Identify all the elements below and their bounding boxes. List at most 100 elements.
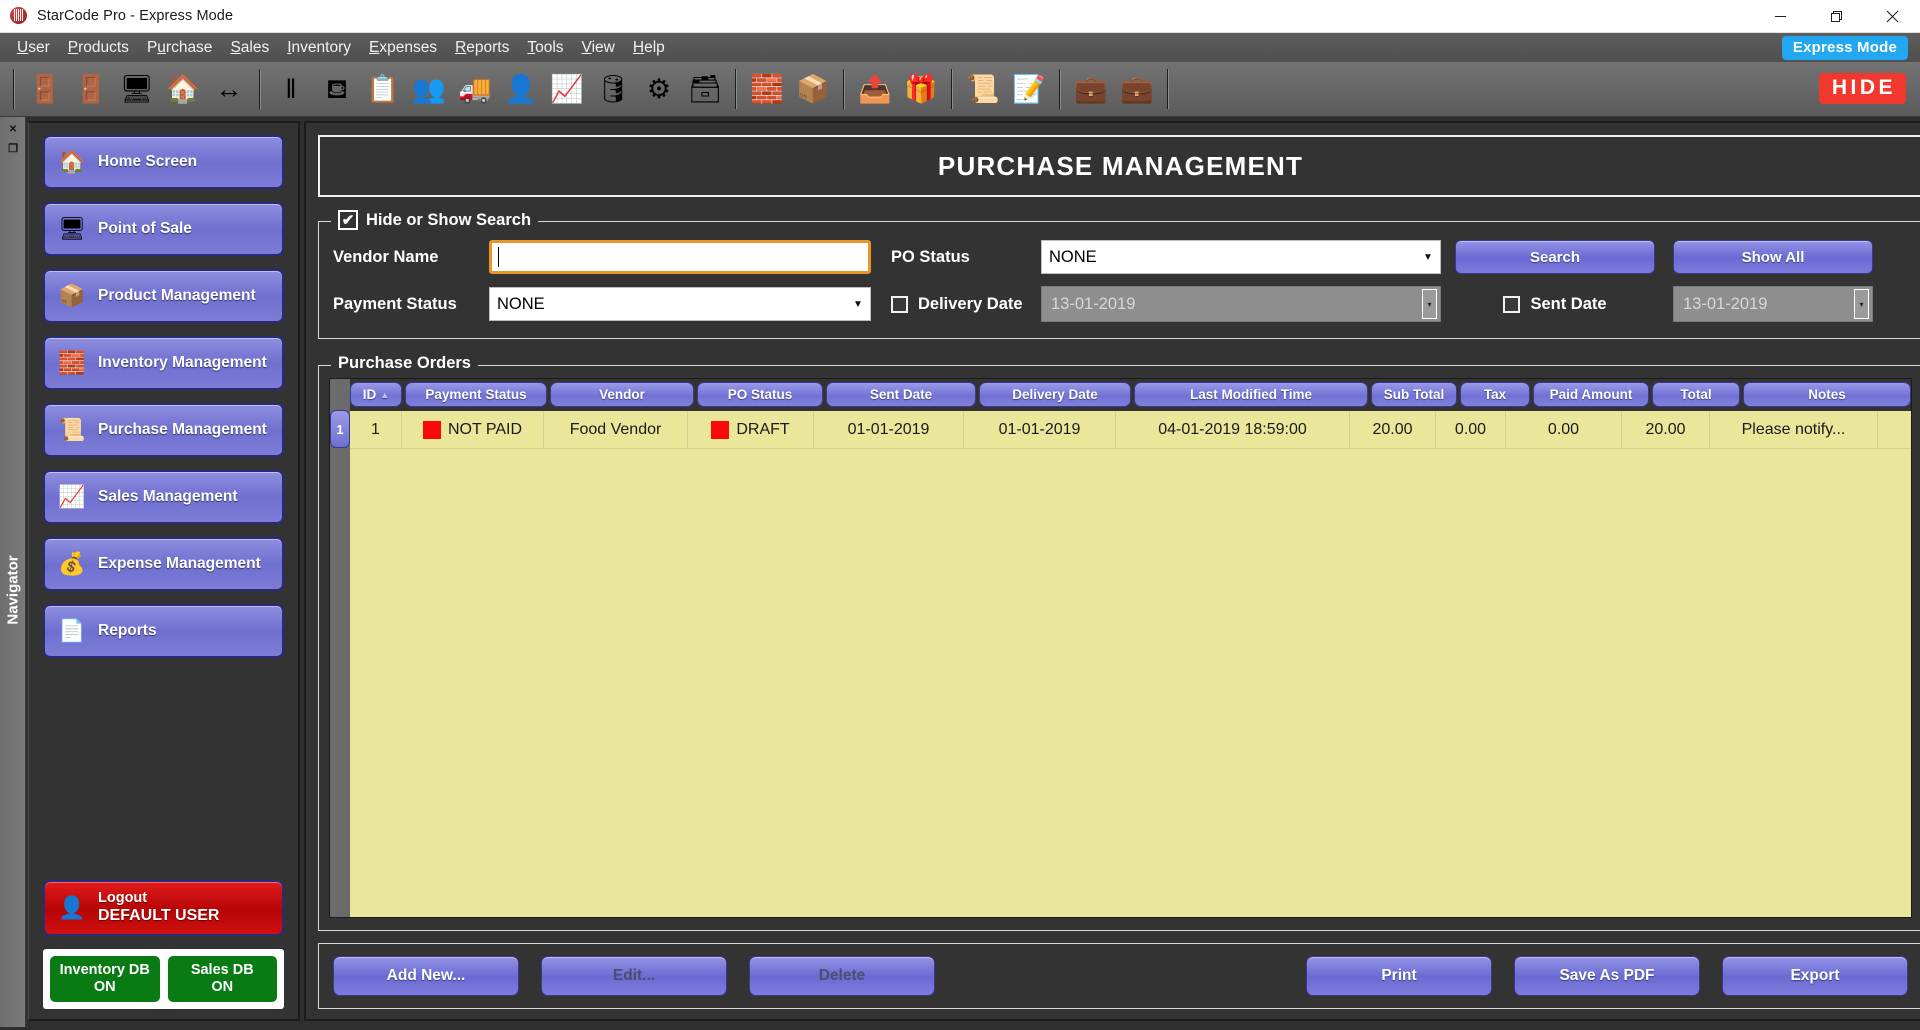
- add-new-button[interactable]: Add New...: [333, 956, 519, 996]
- payment-status-value: NONE: [497, 294, 545, 313]
- expense-wallet-icon[interactable]: 💼: [1068, 66, 1114, 112]
- menu-view[interactable]: View: [573, 36, 624, 60]
- column-header-total[interactable]: Total: [1652, 382, 1740, 407]
- sent-date-checkbox[interactable]: [1503, 295, 1521, 313]
- minimize-button[interactable]: [1752, 0, 1808, 33]
- inventory-drum-icon[interactable]: 🛢: [590, 66, 636, 112]
- menu-products[interactable]: Products: [59, 36, 138, 60]
- menu-help[interactable]: Help: [624, 36, 674, 60]
- column-header-vendor[interactable]: Vendor: [550, 382, 694, 407]
- column-header-id[interactable]: ID ▲: [350, 382, 402, 407]
- wallet-icon: 💰: [58, 551, 86, 576]
- delivery-date-checkbox[interactable]: [891, 295, 908, 313]
- payment-status-select[interactable]: NONE ▼: [489, 287, 871, 321]
- show-all-button[interactable]: Show All: [1673, 240, 1873, 274]
- column-header-payment-status[interactable]: Payment Status: [405, 382, 547, 407]
- logout-button[interactable]: 👤 Logout DEFAULT USER: [43, 880, 284, 936]
- sales-db-status[interactable]: Sales DB ON: [167, 956, 277, 1002]
- column-header-sent-date[interactable]: Sent Date: [826, 382, 976, 407]
- column-header-last-modified-time[interactable]: Last Modified Time: [1134, 382, 1368, 407]
- cell-po-status: DRAFT: [688, 411, 814, 448]
- maximize-button[interactable]: [1808, 0, 1864, 33]
- column-header-notes[interactable]: Notes: [1743, 382, 1911, 407]
- menu-user[interactable]: User: [8, 36, 59, 60]
- sidebar-item-purchase-management[interactable]: 📜 Purchase Management: [43, 403, 284, 457]
- hide-show-search-checkbox[interactable]: ✔: [338, 210, 358, 230]
- export-button[interactable]: Export: [1722, 956, 1908, 996]
- po-status-select[interactable]: NONE ▼: [1041, 240, 1441, 274]
- date-spinner-icon[interactable]: ▾: [1422, 289, 1437, 319]
- column-header-po-status[interactable]: PO Status: [697, 382, 823, 407]
- print-button[interactable]: Print: [1306, 956, 1492, 996]
- sidebar-item-reports[interactable]: 📄 Reports: [43, 604, 284, 658]
- express-mode-badge[interactable]: Express Mode: [1781, 36, 1908, 60]
- sidebar-item-point-of-sale[interactable]: 🖥 Point of Sale: [43, 202, 284, 256]
- product-card-icon[interactable]: 📋: [360, 66, 406, 112]
- delivery-truck-icon[interactable]: 🚚: [452, 66, 498, 112]
- barcode-icon[interactable]: ‖: [268, 66, 314, 112]
- save-as-pdf-button[interactable]: Save As PDF: [1514, 956, 1700, 996]
- category-tree-icon[interactable]: ⛾: [314, 66, 360, 112]
- dock-close-icon[interactable]: ✕: [6, 122, 20, 136]
- column-header-label: ID: [362, 387, 377, 402]
- home-screen-icon[interactable]: 🏠: [160, 66, 206, 112]
- po-status-value: NONE: [1049, 247, 1097, 266]
- menu-inventory[interactable]: Inventory: [278, 36, 360, 60]
- stock-boxes-icon[interactable]: 📦: [790, 66, 836, 112]
- vendor-person-icon[interactable]: 👤: [498, 66, 544, 112]
- sidebar-item-label: Product Management: [98, 287, 256, 304]
- switch-arrows-icon[interactable]: ↔: [206, 66, 252, 112]
- column-header-delivery-date[interactable]: Delivery Date: [979, 382, 1131, 407]
- inventory-blocks-icon[interactable]: 🧱: [744, 66, 790, 112]
- database-coins-icon[interactable]: 🗃: [682, 66, 728, 112]
- sidebar-item-home-screen[interactable]: 🏠 Home Screen: [43, 135, 284, 189]
- row-header-cell[interactable]: 1: [330, 410, 350, 448]
- sales-chart-icon[interactable]: 📈: [544, 66, 590, 112]
- settings-gear-icon[interactable]: ⚙: [636, 66, 682, 112]
- db-status-bar: Inventory DB ON Sales DB ON: [43, 949, 284, 1009]
- sidebar-item-label: Point of Sale: [98, 220, 192, 237]
- hide-toolbar-button[interactable]: HIDE: [1818, 73, 1906, 104]
- navigator-spacer: [43, 671, 284, 880]
- date-spinner-icon[interactable]: ▾: [1854, 289, 1869, 319]
- delivery-date-input[interactable]: 13-01-2019 ▾: [1041, 286, 1441, 322]
- menu-sales[interactable]: Sales: [221, 36, 278, 60]
- dock-pin-icon[interactable]: ❐: [6, 141, 20, 155]
- cell-last-modified-time: 04-01-2019 18:59:00: [1116, 411, 1350, 448]
- column-header-tax[interactable]: Tax: [1460, 382, 1530, 407]
- gift-box-icon[interactable]: 🎁: [898, 66, 944, 112]
- menu-purchase[interactable]: Purchase: [138, 36, 222, 60]
- open-box-icon[interactable]: 📤: [852, 66, 898, 112]
- customers-icon[interactable]: 👥: [406, 66, 452, 112]
- inventory-db-status[interactable]: Inventory DB ON: [50, 956, 160, 1002]
- login-door-icon[interactable]: 🚪: [68, 66, 114, 112]
- column-header-sub-total[interactable]: Sub Total: [1371, 382, 1457, 407]
- po-edit-icon[interactable]: 📝: [1006, 66, 1052, 112]
- table-row[interactable]: 1 NOT PAID Food Vendor DRAFT 01-01-2019: [350, 411, 1911, 449]
- sidebar-item-inventory-management[interactable]: 🧱 Inventory Management: [43, 336, 284, 390]
- close-button[interactable]: [1864, 0, 1920, 33]
- add-expense-icon[interactable]: 💼: [1114, 66, 1160, 112]
- menu-reports[interactable]: Reports: [446, 36, 518, 60]
- sidebar-item-expense-management[interactable]: 💰 Expense Management: [43, 537, 284, 591]
- menu-tools[interactable]: Tools: [518, 36, 572, 60]
- cell-tax: 0.00: [1436, 411, 1506, 448]
- report-document-icon: 📄: [58, 618, 86, 643]
- point-of-sale-icon[interactable]: 🖥: [114, 66, 160, 112]
- sidebar-item-label: Sales Management: [98, 488, 238, 505]
- exit-door-icon[interactable]: 🚪: [22, 66, 68, 112]
- vendor-name-input[interactable]: [489, 240, 871, 274]
- column-header-paid-amount[interactable]: Paid Amount: [1533, 382, 1649, 407]
- sent-date-input[interactable]: 13-01-2019 ▾: [1673, 286, 1873, 322]
- invoice-icon: 📜: [58, 417, 86, 442]
- purchase-order-icon[interactable]: 📜: [960, 66, 1006, 112]
- search-button[interactable]: Search: [1455, 240, 1655, 274]
- menu-expenses[interactable]: Expenses: [360, 36, 446, 60]
- edit-button[interactable]: Edit...: [541, 956, 727, 996]
- sidebar-item-product-management[interactable]: 📦 Product Management: [43, 269, 284, 323]
- purchase-orders-legend: Purchase Orders: [331, 354, 478, 373]
- delete-button[interactable]: Delete: [749, 956, 935, 996]
- sidebar-item-sales-management[interactable]: 📈 Sales Management: [43, 470, 284, 524]
- cell-sub-total: 20.00: [1350, 411, 1436, 448]
- navigator-dock-strip: ✕ ❐ Navigator: [0, 117, 26, 1027]
